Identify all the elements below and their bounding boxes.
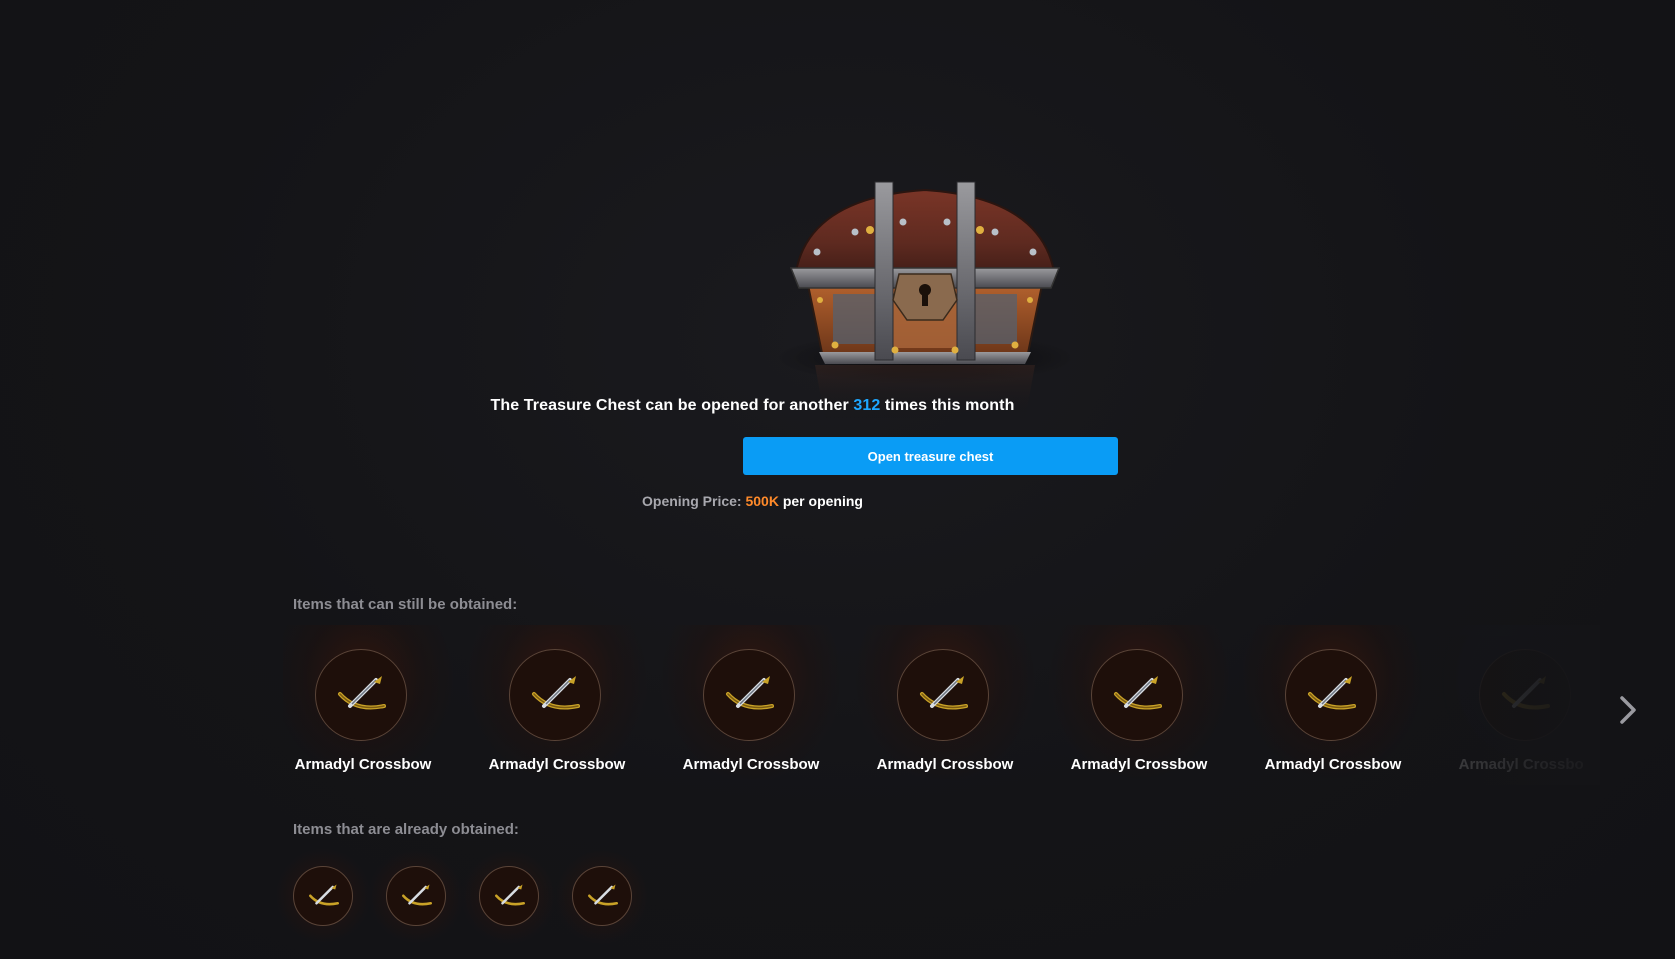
crossbow-icon [588,884,618,906]
price-suffix: per opening [782,493,863,509]
message-suffix: times this month [884,397,1015,414]
open-treasure-chest-button[interactable]: Open treasure chest [743,437,1118,475]
item-card[interactable]: Armadyl Crossbow [283,625,453,780]
obtained-items-list [275,848,653,944]
item-icon-frame [315,649,407,741]
message-prefix: The Treasure Chest can be opened for ano… [490,397,849,414]
crossbow-icon [532,676,580,710]
item-icon-frame [293,866,353,926]
item-icon-frame [479,866,539,926]
crossbow-icon [726,676,774,710]
item-card[interactable]: Armadyl Crossbow [661,625,841,780]
price-label: Opening Price: [642,493,742,509]
obtained-item[interactable] [368,848,464,944]
crossbow-icon [920,676,968,710]
obtained-item[interactable] [275,848,371,944]
crossbow-icon [309,884,339,906]
remaining-openings-message: The Treasure Chest can be opened for ano… [0,397,1675,415]
treasure-chest-page: The Treasure Chest can be opened for ano… [0,0,1675,959]
item-icon-frame [897,649,989,741]
item-name: Armadyl Crossbow [876,756,1014,773]
item-icon-frame [386,866,446,926]
item-icon-frame [1091,649,1183,741]
item-name: Armadyl Crossbow [682,756,820,773]
item-icon-frame [509,649,601,741]
item-icon-frame [1285,649,1377,741]
crossbow-icon [1114,676,1162,710]
crossbow-icon [495,884,525,906]
item-card[interactable]: Armadyl Crossbow [467,625,647,780]
item-name: Armadyl Crossbow [1458,756,1583,773]
crossbow-icon [1502,676,1550,710]
obtained-items-title: Items that are already obtained: [293,821,519,838]
crossbow-icon [1308,676,1356,710]
price-amount: 500K [745,493,779,509]
crossbow-icon [338,676,386,710]
carousel-next-button[interactable] [1612,692,1642,728]
chevron-right-icon [1620,696,1636,724]
item-icon-frame [1479,649,1571,741]
opening-price: Opening Price: 500K per opening [0,493,1675,509]
item-card[interactable]: Armadyl Crossbow [1243,625,1423,780]
obtained-item[interactable] [461,848,557,944]
crossbow-icon [402,884,432,906]
item-card[interactable]: Armadyl Crossbow [855,625,1035,780]
item-name: Armadyl Crossbow [488,756,626,773]
item-icon-frame [572,866,632,926]
item-name: Armadyl Crossbow [1070,756,1208,773]
item-card[interactable]: Armadyl Crossbow [1049,625,1229,780]
available-items-carousel: Armadyl Crossbow Armadyl Crossbow Armady… [283,625,1583,785]
item-card[interactable]: Armadyl Crossbow [1437,625,1583,780]
obtained-item[interactable] [554,848,650,944]
available-items-title: Items that can still be obtained: [293,596,518,613]
item-name: Armadyl Crossbow [1264,756,1402,773]
item-icon-frame [703,649,795,741]
item-name: Armadyl Crossbow [294,756,432,773]
remaining-count: 312 [853,397,881,414]
